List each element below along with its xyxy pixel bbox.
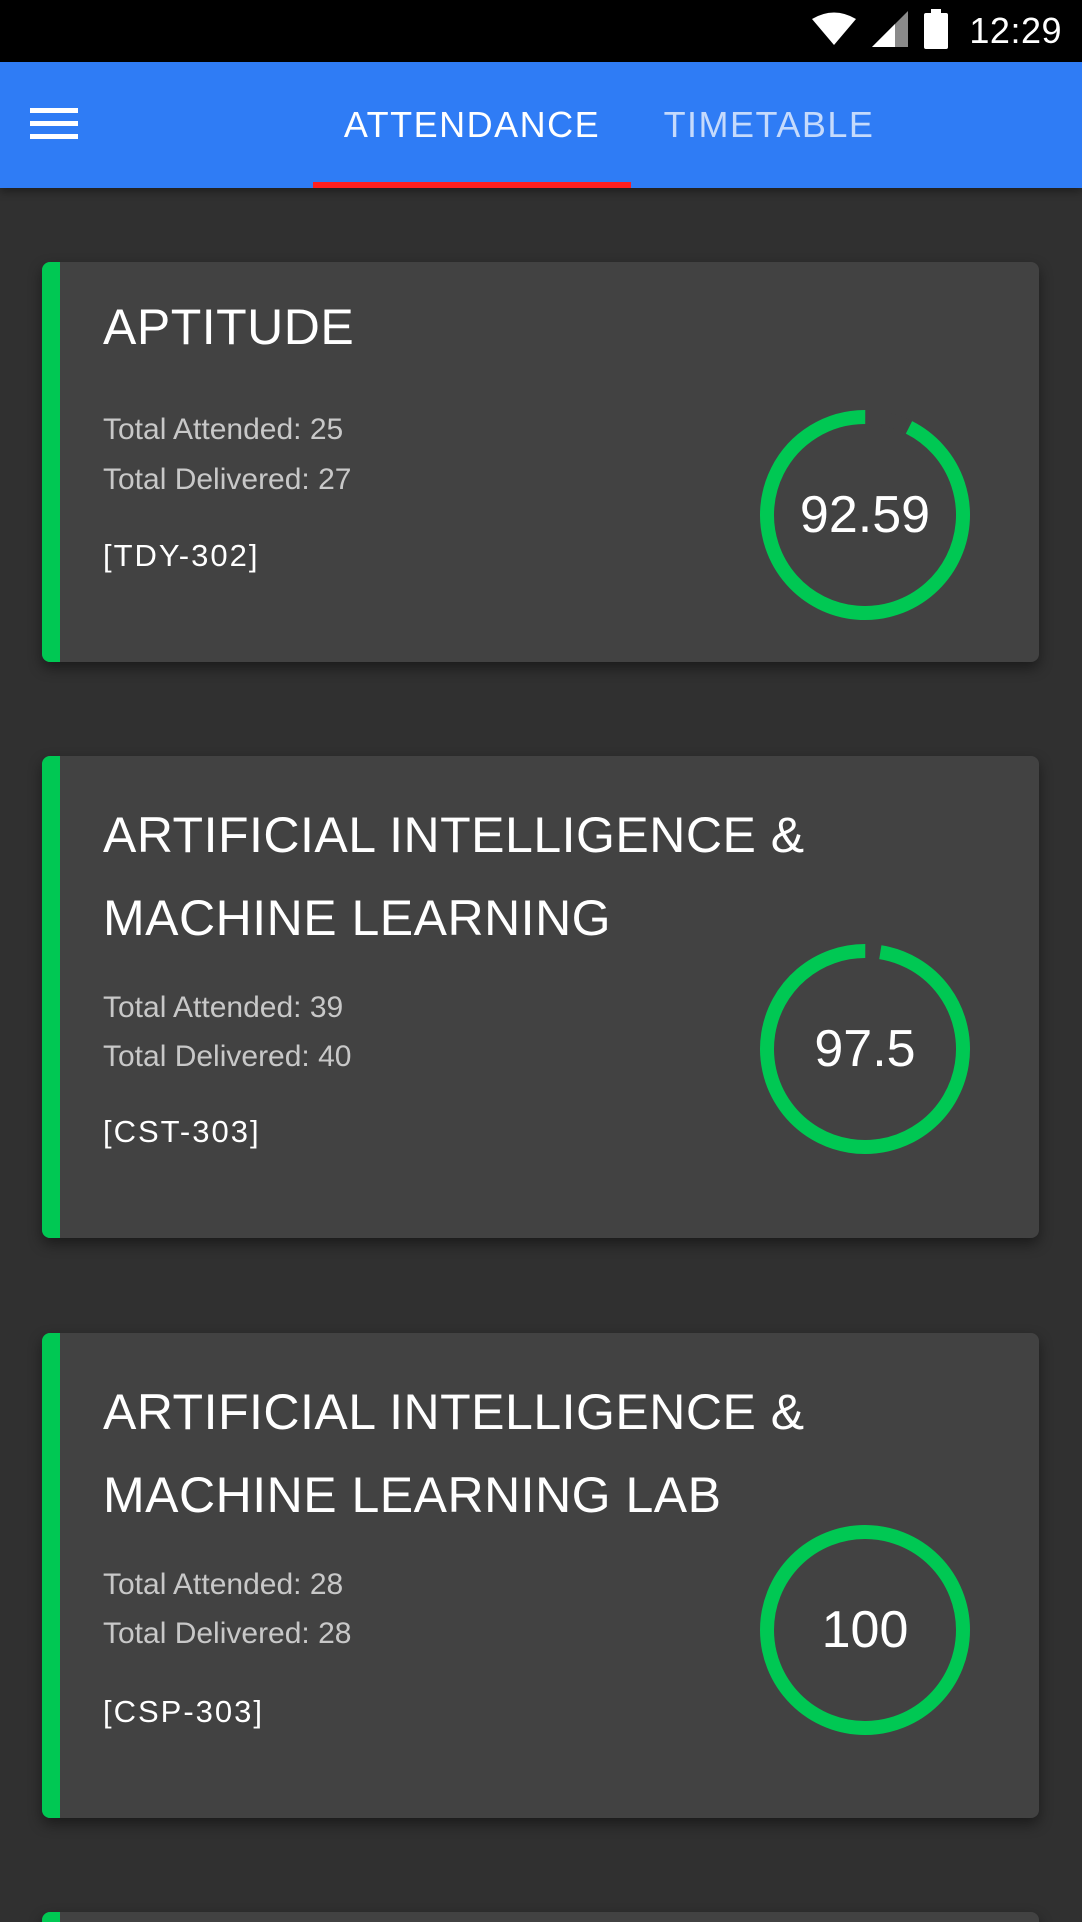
course-title: ARTIFICIAL INTELLIGENCE & MACHINE LEARNI… — [103, 807, 805, 946]
battery-icon — [923, 8, 949, 54]
total-delivered: Total Delivered: 28 — [103, 1617, 352, 1650]
hamburger-menu-icon — [30, 105, 80, 146]
tab-attendance[interactable]: ATTENDANCE — [313, 62, 631, 188]
card-accent-bar — [42, 756, 60, 1238]
status-time: 12:29 — [969, 10, 1062, 51]
course-code: [CST-303] — [103, 1114, 261, 1149]
card-accent-bar — [42, 262, 60, 662]
tab-timetable[interactable]: TIMETABLE — [646, 62, 892, 188]
total-attended: Total Attended: 28 — [103, 1568, 344, 1601]
signal-icon — [871, 10, 909, 53]
attendance-percentage: 92.59 — [799, 486, 931, 544]
total-delivered: Total Delivered: 27 — [103, 463, 352, 496]
attendance-percentage: 100 — [821, 1601, 909, 1659]
tab-attendance-label: ATTENDANCE — [343, 104, 601, 145]
course-title: ARTIFICIAL INTELLIGENCE & MACHINE LEARNI… — [103, 1384, 805, 1523]
active-tab-indicator — [313, 182, 631, 188]
course-code: [CSP-303] — [103, 1694, 265, 1729]
status-bar: 12:29 — [0, 0, 1082, 62]
course-card-aptitude[interactable]: APTITUDE Total Attended: 25 Total Delive… — [42, 262, 1039, 662]
menu-button[interactable] — [30, 95, 116, 155]
tab-timetable-label: TIMETABLE — [663, 104, 875, 145]
app-bar: ATTENDANCE TIMETABLE — [0, 62, 1082, 188]
status-icons: 12:29 — [811, 0, 1062, 62]
card-accent-bar — [42, 1912, 60, 1922]
attendance-percentage: 97.5 — [814, 1020, 916, 1078]
card-accent-bar — [42, 1333, 60, 1818]
attendance-gauge: 100 — [758, 1523, 972, 1737]
course-code: [TDY-302] — [103, 538, 260, 573]
total-delivered: Total Delivered: 40 — [103, 1040, 352, 1073]
course-card-ai-ml-lab[interactable]: ARTIFICIAL INTELLIGENCE & MACHINE LEARNI… — [42, 1333, 1039, 1818]
course-card-ai-ml[interactable]: ARTIFICIAL INTELLIGENCE & MACHINE LEARNI… — [42, 756, 1039, 1238]
total-attended: Total Attended: 25 — [103, 413, 344, 446]
course-card-next[interactable] — [42, 1912, 1039, 1922]
app-screen: 12:29 ATTENDANCE TIMETABLE APTITUDE Tota… — [0, 0, 1082, 1922]
attendance-gauge: 92.59 — [758, 408, 972, 622]
attendance-gauge: 97.5 — [758, 942, 972, 1156]
course-title: APTITUDE — [103, 299, 355, 355]
wifi-icon — [811, 12, 857, 51]
total-attended: Total Attended: 39 — [103, 991, 344, 1024]
